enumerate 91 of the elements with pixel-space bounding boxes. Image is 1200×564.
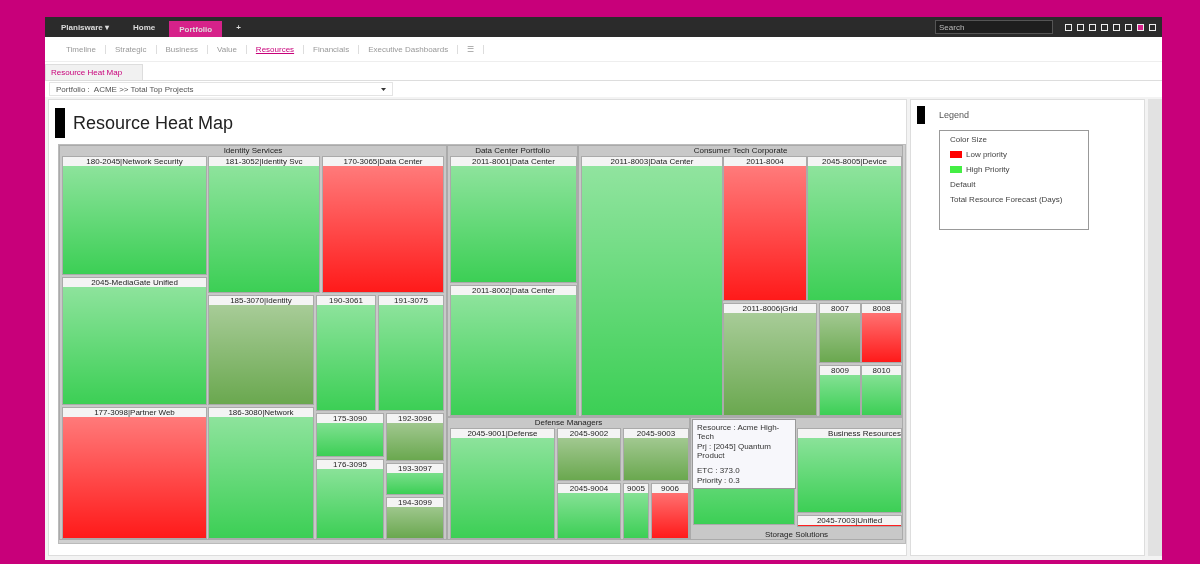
treemap-tile[interactable]: 177-3098|Partner Web (62, 407, 207, 539)
treemap-tile[interactable]: 186-3080|Network (208, 407, 314, 539)
treemap-tile[interactable]: Business Resources (797, 428, 902, 513)
tile-label: 2011-8003|Data Center (582, 157, 722, 166)
tile-label: 2045-9002 (558, 429, 620, 438)
portfolio-select[interactable]: Portfolio : ACME >> Total Top Projects (49, 82, 393, 96)
caret-icon (381, 86, 386, 92)
tile-label: 9006 (652, 484, 688, 493)
legend-label: Total Resource Forecast (Days) (950, 195, 1063, 204)
tooltip-line: Priority : 0.3 (697, 476, 741, 485)
group-title: Identity Services (222, 146, 284, 155)
tile-label: 8008 (862, 304, 901, 313)
treemap-tile[interactable]: 170-3065|Data Center (322, 156, 444, 293)
treemap-tile[interactable]: 2045-9001|Defense (450, 428, 555, 539)
menu-tab[interactable]: Portfolio (169, 21, 223, 37)
treemap-tile[interactable]: 2011-8001|Data Center (450, 156, 577, 283)
treemap-tile[interactable]: 8007 (819, 303, 861, 363)
menu-tab[interactable]: Home (123, 17, 166, 37)
treemap-tile[interactable]: 2045-8005|Device (807, 156, 902, 301)
treemap-tile[interactable]: 175-3090 (316, 413, 384, 457)
nav-tab[interactable]: Resources (246, 44, 305, 54)
treemap-tile[interactable]: 2045-MediaGate Unified (62, 277, 207, 405)
group-title: Storage Solutions (763, 530, 830, 539)
tooltip-line: ETC : 373.0 (697, 466, 741, 475)
search-field[interactable]: Search (935, 20, 1053, 34)
tile-label: 2011-8004 (724, 157, 806, 166)
treemap-tile[interactable]: 190-3061 (316, 295, 376, 411)
tile-label: 8010 (862, 366, 901, 375)
legend-label: Default (950, 180, 976, 189)
tile-label: 2045-8005|Device (808, 157, 901, 166)
tile-label: 2011-8002|Data Center (451, 286, 576, 295)
treemap-tile[interactable]: 181-3052|Identity Svc (208, 156, 320, 293)
tile-label: 194-3099 (387, 498, 443, 507)
tile-label: 8007 (820, 304, 860, 313)
treemap-tile[interactable]: 176-3095 (316, 459, 384, 539)
tile-label: 180-2045|Network Security (63, 157, 206, 166)
treemap-tile[interactable]: 8008 (861, 303, 902, 363)
tile-label: 190-3061 (317, 296, 375, 305)
menu-tab[interactable]: + (226, 17, 251, 37)
treemap-tile[interactable]: 8010 (861, 365, 902, 416)
group-title: Data Center Portfolio (474, 146, 551, 155)
tile-label: 185-3070|Identity (209, 296, 313, 305)
treemap-tile[interactable]: 2045-9004 (557, 483, 621, 539)
title-bar-marker (917, 106, 925, 124)
tooltip-line: Resource : Acme High-Tech (697, 423, 781, 441)
treemap-tile[interactable]: 2011-8003|Data Center (581, 156, 723, 416)
treemap-tile[interactable]: 192-3096 (386, 413, 444, 461)
legend-title: Legend (939, 110, 970, 120)
panel-title: Resource Heat Map (73, 112, 234, 134)
tile-label: 2045-MediaGate Unified (63, 278, 206, 287)
tile-label: 191-3075 (379, 296, 443, 305)
tile-label: 2011-8001|Data Center (451, 157, 576, 166)
treemap-tile[interactable]: 180-2045|Network Security (62, 156, 207, 275)
tile-label: 2011-8006|Grid (724, 304, 816, 313)
treemap-tile[interactable]: 9005 (623, 483, 649, 539)
treemap-tile[interactable]: 2011-8006|Grid (723, 303, 817, 416)
treemap-tile[interactable]: 2045-9002 (557, 428, 621, 481)
tile-label: 2045-9003 (624, 429, 688, 438)
treemap-tile[interactable]: 193-3097 (386, 463, 444, 495)
tile-label: 9005 (624, 484, 648, 493)
tile-label: 186-3080|Network (209, 408, 313, 417)
treemap-tile[interactable]: 2045-9003 (623, 428, 689, 481)
tile-label: 2045-9004 (558, 484, 620, 493)
tile-label: 193-3097 (387, 464, 443, 473)
legend-label: High Priority (966, 165, 1010, 174)
tile-label: 8009 (820, 366, 860, 375)
treemap-tile[interactable]: 8009 (819, 365, 861, 416)
tile-label: 176-3095 (317, 460, 383, 469)
page-tab[interactable]: Resource Heat Map (45, 64, 144, 80)
group-title: Consumer Tech Corporate (692, 146, 789, 155)
tile-label: 175-3090 (317, 414, 383, 423)
legend-heading: Color Size (950, 135, 988, 144)
treemap-tile[interactable]: 2045-7003|Unified (797, 515, 902, 527)
treemap-tile[interactable]: 2011-8002|Data Center (450, 285, 577, 416)
scrollbar[interactable] (1148, 99, 1162, 556)
treemap-tile[interactable]: 194-3099 (386, 497, 444, 539)
treemap-tile[interactable]: 2011-8004 (723, 156, 807, 301)
treemap-tile[interactable]: 191-3075 (378, 295, 444, 411)
tile-label: 192-3096 (387, 414, 443, 423)
tile-label: 177-3098|Partner Web (63, 408, 206, 417)
legend-label: Low priority (966, 150, 1007, 159)
group-title: Defense Managers (533, 418, 604, 427)
menu-tab[interactable]: Planisware ▾ (51, 17, 120, 37)
treemap-tile[interactable]: 185-3070|Identity (208, 295, 314, 405)
tile-label: 170-3065|Data Center (323, 157, 443, 166)
treemap-tile[interactable]: 9006 (651, 483, 689, 539)
tile-label: 181-3052|Identity Svc (209, 157, 319, 166)
tooltip-line: Prj : [2045] Quantum Product (697, 442, 772, 460)
tile-label: 2045-9001|Defense (451, 429, 554, 438)
tile-label: Business Resources (798, 429, 901, 438)
title-bar-marker (55, 108, 65, 138)
